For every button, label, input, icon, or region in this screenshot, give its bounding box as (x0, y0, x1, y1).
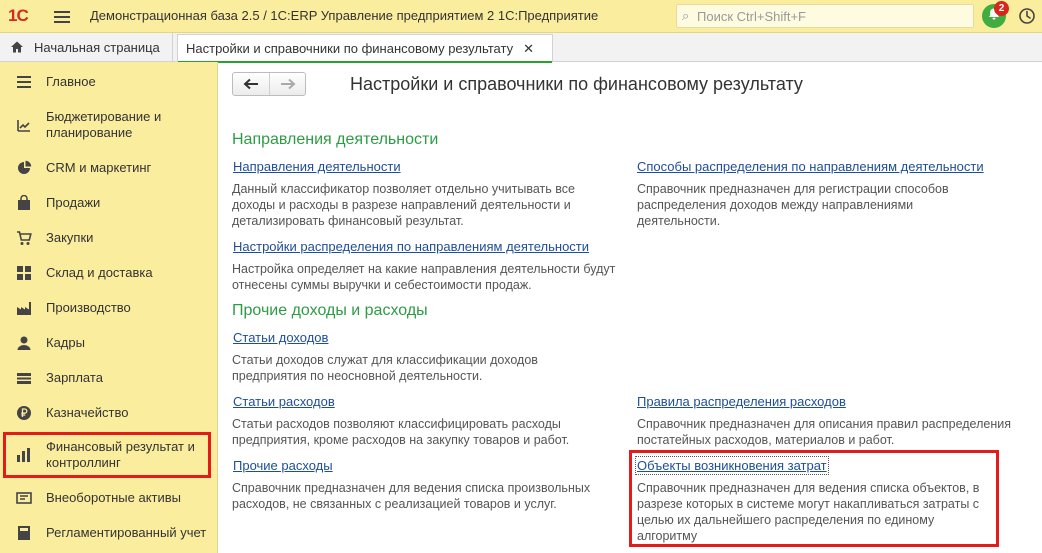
sidebar-item-label: Регламентированный учет (46, 525, 207, 540)
sidebar-item-sales[interactable]: Продажи (0, 193, 218, 213)
back-button[interactable] (233, 73, 269, 95)
assets-icon (16, 492, 32, 504)
arrow-left-icon (243, 78, 258, 90)
sidebar-item-budgeting[interactable]: Бюджетирование и планирование (0, 108, 218, 142)
search-icon: ⌕ (682, 8, 690, 23)
notifications-count-badge: 2 (994, 1, 1009, 16)
accounting-icon (18, 526, 30, 540)
sidebar-item-label: Внеоборотные активы (46, 490, 182, 505)
link-distribution-settings[interactable]: Настройки распределения по направлениям … (233, 239, 589, 254)
desc-business-lines: Данный классификатор позволяет отдельно … (232, 182, 575, 228)
desc-expense-items: Статьи расходов позволяют классифицирова… (232, 417, 570, 447)
history-navigation (232, 72, 306, 96)
arrow-right-icon (280, 78, 295, 90)
sidebar-item-warehouse[interactable]: Склад и доставка (0, 263, 218, 283)
sidebar-item-label: Продажи (46, 195, 101, 210)
tab-active-label: Настройки и справочники по финансовому р… (186, 41, 514, 56)
sidebar-item-payroll[interactable]: Зарплата (0, 368, 218, 388)
sidebar-item-label: Бюджетирование и планирование (46, 109, 162, 140)
sidebar-item-crm[interactable]: CRM и маркетинг (0, 158, 218, 178)
sidebar-item-label: CRM и маркетинг (46, 160, 152, 175)
active-tab-indicator (178, 61, 553, 63)
forward-button[interactable] (269, 73, 305, 95)
desc-income-items: Статьи доходов служат для классификации … (232, 353, 538, 383)
desc-distribution-methods: Справочник предназначен для регистрации … (637, 182, 949, 228)
sidebar-item-main[interactable]: Главное (0, 72, 218, 92)
link-business-lines[interactable]: Направления деятельности (233, 159, 401, 174)
link-distribution-methods[interactable]: Способы распределения по направлениям де… (637, 159, 984, 174)
tabs-bar: Начальная страница Настройки и справочни… (0, 33, 1042, 63)
sidebar-item-label: Закупки (46, 230, 94, 245)
sidebar-item-fixed-assets[interactable]: Внеоборотные активы (0, 488, 218, 508)
factory-icon (17, 302, 31, 315)
sidebar-item-label: Главное (46, 74, 96, 89)
sidebar-item-label: Казначейство (46, 405, 129, 420)
sidebar-item-treasury[interactable]: Казначейство (0, 403, 218, 423)
main-menu-icon[interactable] (52, 8, 72, 24)
person-icon (17, 336, 31, 350)
home-icon (11, 41, 23, 53)
window-title: Демонстрационная база 2.5 / 1С:ERP Управ… (90, 8, 599, 23)
tab-home-label: Начальная страница (34, 39, 160, 55)
search-box[interactable]: ⌕ (676, 4, 974, 28)
link-income-items[interactable]: Статьи доходов (233, 330, 328, 345)
link-expense-distribution-rules[interactable]: Правила распределения расходов (637, 394, 846, 409)
sidebar-item-label: Склад и доставка (46, 265, 153, 280)
cost-objects-highlight (629, 450, 999, 547)
sidebar-item-label: Производство (46, 300, 131, 315)
selected-section-highlight (3, 432, 211, 478)
desc-distribution-settings: Настройка определяет на какие направлени… (232, 262, 616, 292)
app-logo[interactable]: 1С (8, 6, 29, 26)
sidebar-item-label: Кадры (46, 335, 85, 350)
pie-chart-icon (18, 160, 32, 174)
tab-home[interactable]: Начальная страница (0, 33, 173, 61)
sidebar: Главное Бюджетирование и планирование CR… (0, 62, 218, 553)
menu-icon (17, 76, 31, 88)
budget-icon (17, 120, 30, 132)
tab-financial-settings[interactable]: Настройки и справочники по финансовому р… (177, 34, 554, 63)
link-expense-items[interactable]: Статьи расходов (233, 394, 335, 409)
sidebar-item-production[interactable]: Производство (0, 298, 218, 318)
section-title-other-income-expenses: Прочие доходы и расходы (232, 302, 428, 319)
top-bar: 1С Демонстрационная база 2.5 / 1С:ERP Уп… (0, 0, 1042, 33)
section-title-business-lines: Направления деятельности (232, 131, 439, 148)
sidebar-item-label: Зарплата (46, 370, 103, 385)
payroll-icon (17, 373, 31, 384)
ruble-icon (17, 406, 31, 420)
page-title: Настройки и справочники по финансовому р… (350, 74, 803, 94)
close-tab-icon[interactable]: ✕ (523, 42, 534, 55)
sidebar-item-purchases[interactable]: Закупки (0, 228, 218, 248)
link-other-expenses[interactable]: Прочие расходы (233, 458, 333, 473)
warehouse-icon (17, 266, 31, 280)
desc-expense-distribution-rules: Справочник предназначен для описания пра… (637, 417, 1011, 447)
sidebar-item-hr[interactable]: Кадры (0, 333, 218, 353)
notifications-button[interactable]: 2 (982, 1, 1009, 28)
cart-icon (17, 231, 32, 245)
sidebar-item-regulated-accounting[interactable]: Регламентированный учет (0, 523, 218, 543)
shopping-bag-icon (18, 195, 30, 210)
desc-other-expenses: Справочник предназначен для ведения спис… (232, 481, 591, 511)
history-icon[interactable] (1018, 7, 1036, 25)
search-input[interactable] (697, 7, 967, 25)
